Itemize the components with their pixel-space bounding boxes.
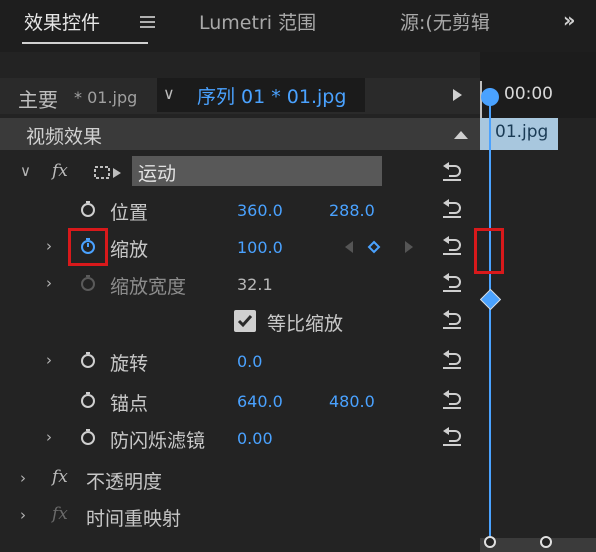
scale-width-value: 32.1 xyxy=(237,275,273,294)
property-row-anchor-point: 锚点 640.0 480.0 xyxy=(0,382,480,419)
property-label-anti-flicker: 防闪烁滤镜 xyxy=(110,430,206,452)
effect-controls-window: 效果控件 Lumetri 范围 源:(无剪辑 ›› 主要 * 01.jpg ∨ … xyxy=(0,0,596,552)
tab-effect-controls[interactable]: 效果控件 xyxy=(24,8,100,35)
effect-name-time-remapping: 时间重映射 xyxy=(86,508,182,530)
stopwatch-highlight-box xyxy=(68,228,108,266)
chevron-right-icon[interactable]: › xyxy=(20,506,26,524)
keyframe-navigator[interactable] xyxy=(344,239,414,255)
chevron-right-icon[interactable]: › xyxy=(46,351,52,369)
stopwatch-icon xyxy=(81,275,95,291)
fx-toggle-icon: fx xyxy=(52,504,68,524)
chevron-down-icon[interactable]: ∨ xyxy=(20,162,31,180)
scroll-handle-right[interactable] xyxy=(540,536,552,548)
mini-timeline: 00:00 01.jpg xyxy=(474,52,596,552)
effect-controls-panel: 主要 * 01.jpg ∨ 序列 01 * 01.jpg 视频效果 ∨ fx 运… xyxy=(0,52,480,552)
anti-flicker-value[interactable]: 0.00 xyxy=(237,429,273,448)
hamburger-icon[interactable] xyxy=(140,14,156,28)
master-clip-row: 主要 * 01.jpg ∨ 序列 01 * 01.jpg xyxy=(0,78,480,114)
position-y-value[interactable]: 288.0 xyxy=(329,201,375,220)
chevron-double-right-icon[interactable]: ›› xyxy=(563,8,576,32)
fx-toggle-icon[interactable]: fx xyxy=(52,467,68,487)
reset-icon[interactable] xyxy=(440,199,464,219)
property-row-uniform-scale: 等比缩放 xyxy=(0,302,480,339)
playhead-handle[interactable] xyxy=(481,88,499,106)
property-row-anti-flicker: › 防闪烁滤镜 0.00 xyxy=(0,419,480,456)
reset-icon[interactable] xyxy=(440,350,464,370)
motion-name-box: 运动 xyxy=(132,156,382,186)
transform-box-icon[interactable] xyxy=(94,165,124,181)
video-effects-label: 视频效果 xyxy=(26,126,103,148)
reset-icon[interactable] xyxy=(440,236,464,256)
chevron-down-icon[interactable]: ∨ xyxy=(163,84,175,103)
reset-icon[interactable] xyxy=(440,162,464,182)
property-row-position: 位置 360.0 288.0 xyxy=(0,191,480,228)
effect-row-time-remapping[interactable]: › fx 时间重映射 xyxy=(0,497,480,534)
clip-name: 01.jpg xyxy=(495,122,549,142)
property-label-scale: 缩放 xyxy=(110,239,149,261)
time-ruler[interactable]: 00:00 xyxy=(480,52,596,119)
reset-icon[interactable] xyxy=(440,390,464,410)
timecode-label: 00:00 xyxy=(504,84,553,104)
tab-source[interactable]: 源:(无剪辑 xyxy=(400,8,490,35)
stopwatch-icon[interactable] xyxy=(80,201,96,217)
scroll-handle-left[interactable] xyxy=(484,536,496,548)
collapse-up-icon[interactable] xyxy=(454,131,468,139)
anchor-x-value[interactable]: 640.0 xyxy=(237,392,283,411)
chevron-right-icon[interactable]: › xyxy=(46,237,52,255)
property-label-anchor-point: 锚点 xyxy=(110,393,149,415)
chevron-right-icon[interactable]: › xyxy=(46,428,52,446)
panel-tab-bar: 效果控件 Lumetri 范围 源:(无剪辑 ›› xyxy=(0,0,596,52)
position-x-value[interactable]: 360.0 xyxy=(237,201,283,220)
playhead-line[interactable] xyxy=(489,88,491,552)
property-row-scale-width: › 缩放宽度 32.1 xyxy=(0,265,480,302)
property-label-position: 位置 xyxy=(110,202,149,224)
anchor-y-value[interactable]: 480.0 xyxy=(329,392,375,411)
keyframe-highlight-box xyxy=(474,228,504,274)
effect-name-opacity: 不透明度 xyxy=(86,471,163,493)
sequence-selector[interactable]: ∨ 序列 01 * 01.jpg xyxy=(157,78,365,112)
tab-lumetri-scopes[interactable]: Lumetri 范围 xyxy=(199,8,316,35)
fx-toggle-icon[interactable]: fx xyxy=(52,161,68,181)
stopwatch-icon[interactable] xyxy=(80,429,96,445)
scale-value[interactable]: 100.0 xyxy=(237,238,283,257)
keyframe-diamond[interactable] xyxy=(479,288,502,311)
reset-icon[interactable] xyxy=(440,427,464,447)
master-clip-name[interactable]: * 01.jpg xyxy=(74,88,137,107)
zoom-scrollbar[interactable] xyxy=(480,538,596,552)
effect-row-opacity[interactable]: › fx 不透明度 xyxy=(0,460,480,497)
stopwatch-icon[interactable] xyxy=(80,352,96,368)
video-effects-header[interactable]: 视频效果 xyxy=(0,118,480,150)
play-icon[interactable] xyxy=(453,89,462,101)
property-label-scale-width: 缩放宽度 xyxy=(110,276,187,298)
effect-row-motion[interactable]: ∨ fx 运动 xyxy=(0,154,480,191)
sequence-name[interactable]: 序列 01 * 01.jpg xyxy=(197,82,346,109)
uniform-scale-label[interactable]: 等比缩放 xyxy=(267,309,343,336)
property-label-rotation: 旋转 xyxy=(110,353,149,375)
clip-bar[interactable]: 01.jpg xyxy=(480,118,558,150)
master-label: 主要 xyxy=(18,88,58,112)
property-row-rotation: › 旋转 0.0 xyxy=(0,342,480,379)
uniform-scale-checkbox[interactable] xyxy=(234,310,256,332)
stopwatch-icon[interactable] xyxy=(80,392,96,408)
reset-icon[interactable] xyxy=(440,273,464,293)
effect-name: 运动 xyxy=(138,163,177,185)
reset-icon[interactable] xyxy=(440,310,464,330)
chevron-right-icon[interactable]: › xyxy=(46,274,52,292)
chevron-right-icon[interactable]: › xyxy=(20,469,26,487)
active-tab-indicator xyxy=(22,42,148,44)
check-icon xyxy=(237,315,253,328)
rotation-value[interactable]: 0.0 xyxy=(237,352,262,371)
